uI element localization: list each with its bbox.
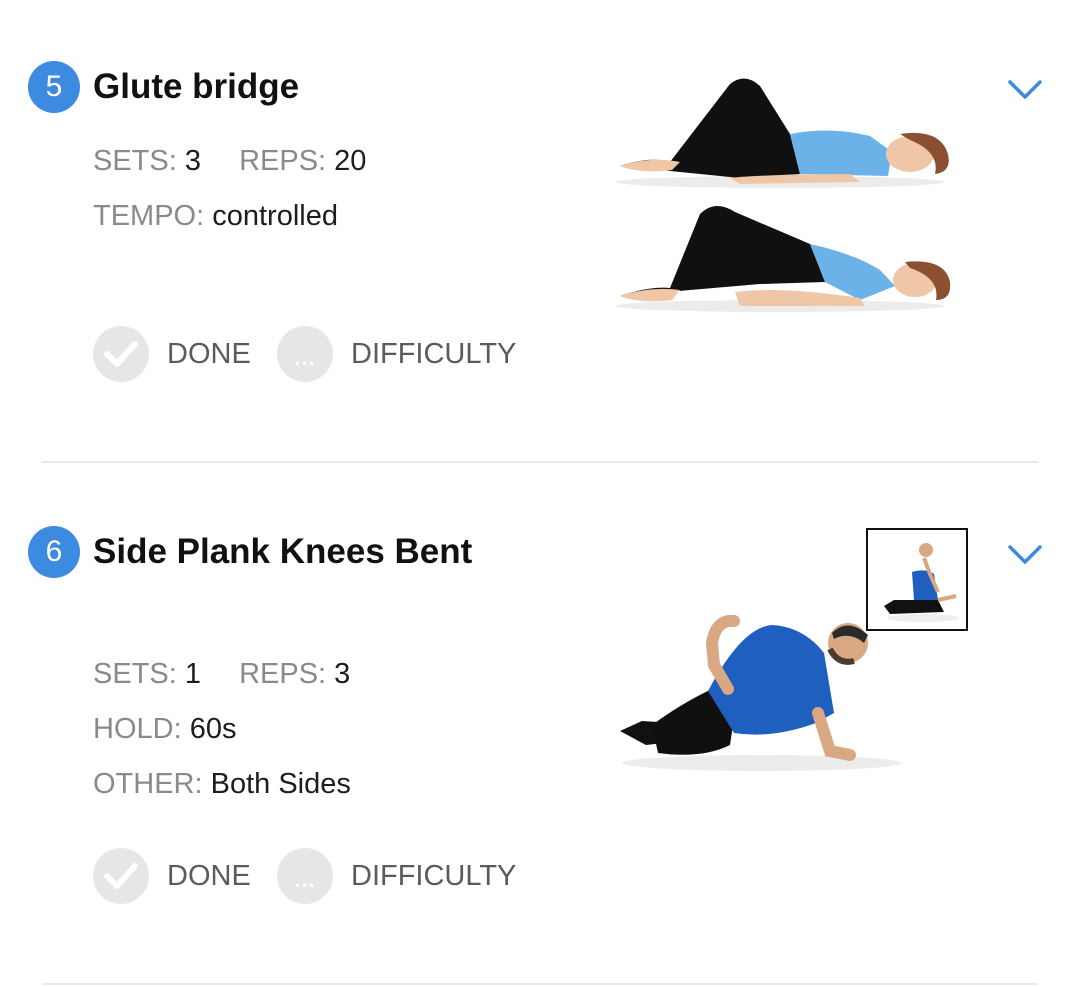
exercise-hold: HOLD: 60s (93, 711, 236, 747)
reps-label: REPS: (239, 658, 327, 690)
done-label: DONE (167, 337, 251, 370)
done-label: DONE (167, 859, 251, 892)
hold-value: 60s (189, 713, 237, 745)
done-button[interactable]: DONE (93, 326, 251, 382)
more-dots-icon: ... (277, 326, 333, 382)
exercise-title: Side Plank Knees Bent (93, 532, 473, 571)
exercise-number-badge: 5 (28, 61, 80, 113)
reps-value: 3 (334, 658, 351, 690)
dots-text: ... (294, 867, 316, 892)
sets-label: SETS: (93, 658, 177, 690)
done-button[interactable]: DONE (93, 848, 251, 904)
tempo-label: TEMPO: (93, 200, 205, 232)
exercise-sets-reps: SETS: 3 REPS: 20 (93, 143, 366, 179)
check-icon (93, 326, 149, 382)
other-label: OTHER: (93, 768, 203, 800)
reps-label: REPS: (239, 145, 327, 177)
other-value: Both Sides (210, 768, 351, 800)
difficulty-label: DIFFICULTY (351, 337, 517, 370)
exercise-card: 5 Glute bridge SETS: 3 REPS: 20 TEMPO: c… (0, 0, 1079, 463)
exercise-tempo: TEMPO: controlled (93, 198, 338, 234)
sets-value: 1 (184, 658, 202, 690)
difficulty-button[interactable]: ... DIFFICULTY (277, 848, 516, 904)
exercise-title: Glute bridge (93, 67, 300, 106)
exercise-illustration (615, 78, 951, 312)
hold-label: HOLD: (93, 713, 182, 745)
chevron-down-icon[interactable] (1007, 78, 1043, 102)
dots-text: ... (294, 345, 316, 370)
sets-label: SETS: (93, 145, 177, 177)
more-dots-icon: ... (277, 848, 333, 904)
check-icon (93, 848, 149, 904)
chevron-down-icon[interactable] (1007, 543, 1043, 567)
difficulty-label: DIFFICULTY (351, 859, 517, 892)
difficulty-button[interactable]: ... DIFFICULTY (277, 326, 516, 382)
reps-value: 20 (334, 145, 367, 177)
divider (42, 983, 1038, 985)
exercise-illustration (620, 614, 902, 771)
exercise-sets-reps: SETS: 1 REPS: 3 (93, 656, 350, 692)
exercise-card: 6 Side Plank Knees Bent SETS: 1 REPS: 3 … (0, 463, 1079, 985)
tempo-value: controlled (212, 200, 338, 232)
sets-value: 3 (184, 145, 202, 177)
exercise-number-badge: 6 (28, 526, 80, 578)
exercise-other: OTHER: Both Sides (93, 766, 351, 802)
